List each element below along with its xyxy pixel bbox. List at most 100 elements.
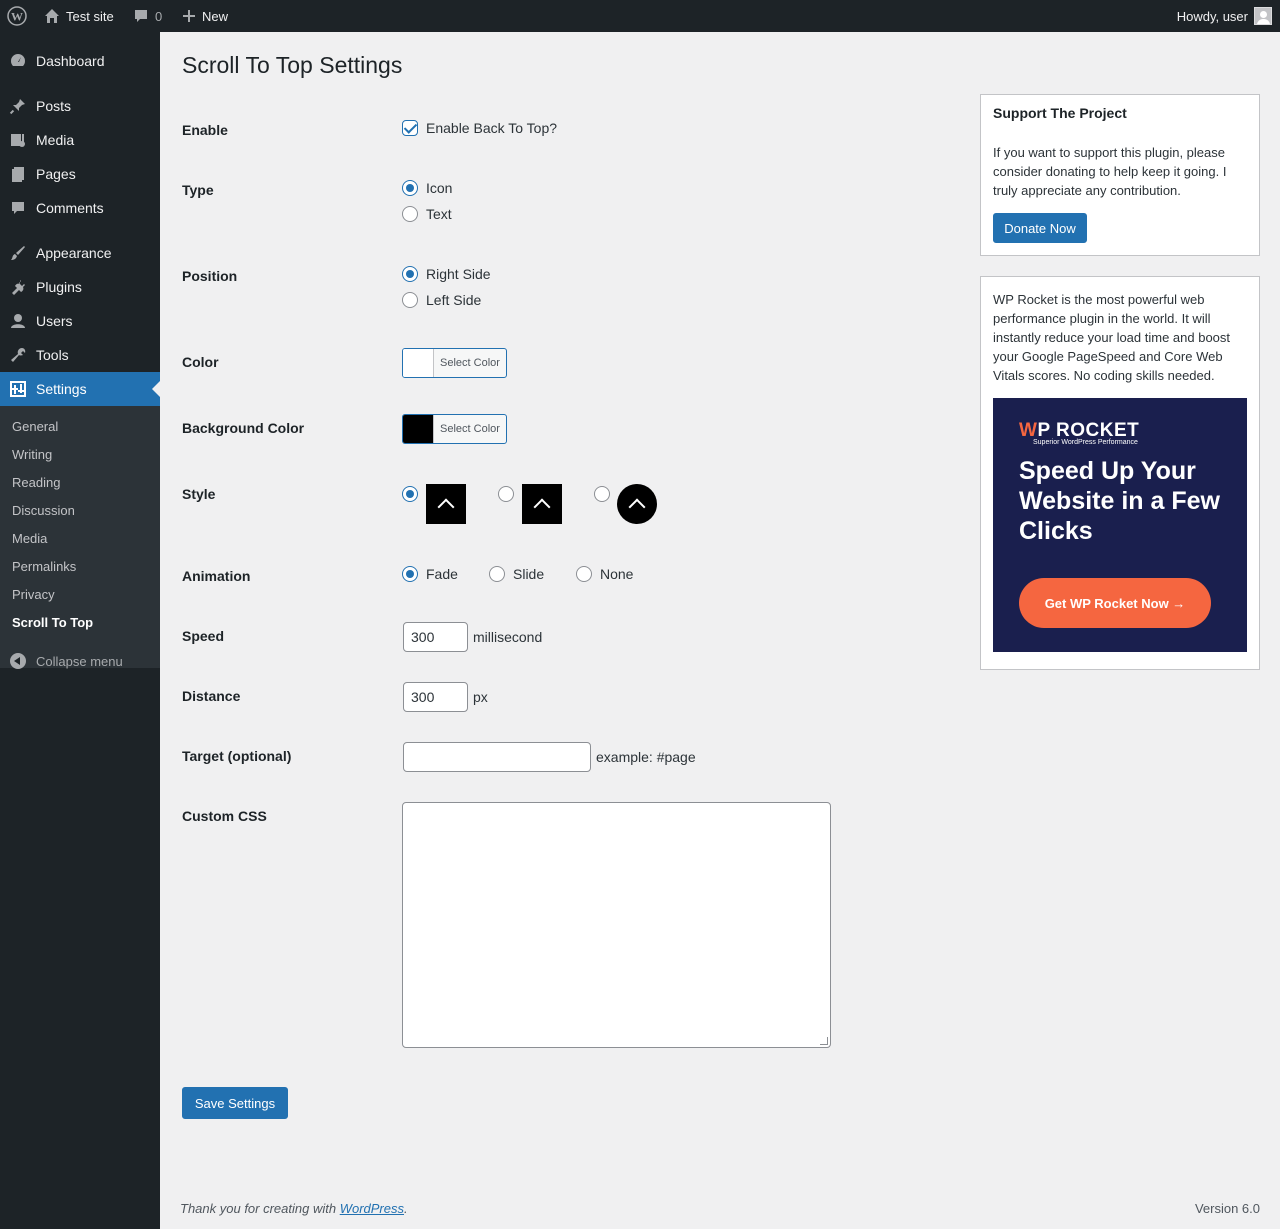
speed-unit: millisecond xyxy=(473,629,543,645)
animation-radio-none[interactable]: None xyxy=(576,566,633,582)
sidebar-item-users[interactable]: Users xyxy=(0,304,160,338)
promo-box-text: WP Rocket is the most powerful web perfo… xyxy=(993,292,1231,383)
target-label: Target (optional) xyxy=(182,748,292,764)
settings-icon xyxy=(0,380,36,398)
site-name-link[interactable]: Test site xyxy=(44,0,114,32)
wp-rocket-ad-banner[interactable]: WP ROCKET Superior WordPress Performance… xyxy=(993,398,1247,652)
sidebar-item-label: Plugins xyxy=(36,279,82,295)
animation-radio-slide[interactable]: Slide xyxy=(489,566,544,582)
footer-version: Version 6.0 xyxy=(1194,1201,1260,1216)
sidebar-item-label: Appearance xyxy=(36,245,112,261)
enable-checkbox-option[interactable]: Enable Back To Top? xyxy=(402,120,557,136)
position-label: Position xyxy=(182,268,238,284)
site-name: Test site xyxy=(66,8,114,24)
submenu-item-writing[interactable]: Writing xyxy=(12,447,52,462)
plus-icon xyxy=(183,10,195,22)
sidebar-item-label: Dashboard xyxy=(36,53,105,69)
wordpress-link[interactable]: WordPress xyxy=(340,1201,404,1216)
submenu-item-general[interactable]: General xyxy=(12,419,58,434)
submenu-item-permalinks[interactable]: Permalinks xyxy=(12,559,76,574)
comment-icon xyxy=(135,10,147,22)
submenu-item-media[interactable]: Media xyxy=(12,531,47,546)
radio-label: None xyxy=(600,566,634,582)
sidebar-item-label: Pages xyxy=(36,166,76,182)
brush-icon xyxy=(0,244,36,262)
sidebar-item-tools[interactable]: Tools xyxy=(0,338,160,372)
support-box: Support The Project If you want to suppo… xyxy=(980,94,1260,256)
type-radio-icon[interactable]: Icon xyxy=(402,180,452,196)
radio-button[interactable] xyxy=(402,180,418,196)
collapse-menu-button[interactable]: Collapse menu xyxy=(0,644,160,678)
custom-css-textarea[interactable] xyxy=(402,802,831,1048)
submenu-item-discussion[interactable]: Discussion xyxy=(12,503,75,518)
radio-button[interactable] xyxy=(402,292,418,308)
svg-text:W: W xyxy=(11,10,23,24)
comment-icon xyxy=(0,199,36,217)
color-label: Color xyxy=(182,354,219,370)
style-radio-square-alt[interactable] xyxy=(498,486,514,502)
pin-icon xyxy=(0,97,36,115)
sidebar-item-comments[interactable]: Comments xyxy=(0,191,160,225)
animation-radio-fade[interactable]: Fade xyxy=(402,566,458,582)
sidebar-item-dashboard[interactable]: Dashboard xyxy=(0,44,160,78)
type-radio-text[interactable]: Text xyxy=(402,206,452,222)
collapse-label: Collapse menu xyxy=(36,653,123,669)
sidebar-item-appearance[interactable]: Appearance xyxy=(0,236,160,270)
chevron-up-icon xyxy=(437,498,455,516)
wrench-icon xyxy=(0,346,36,364)
account-menu[interactable]: Howdy, user xyxy=(1177,0,1272,32)
submenu-item-reading[interactable]: Reading xyxy=(12,475,60,490)
settings-submenu: General Writing Reading Discussion Media… xyxy=(0,406,160,668)
sidebar-item-label: Tools xyxy=(36,347,69,363)
save-settings-button[interactable]: Save Settings xyxy=(182,1087,288,1119)
radio-button[interactable] xyxy=(576,566,592,582)
home-icon xyxy=(45,9,59,23)
speed-label: Speed xyxy=(182,628,225,644)
radio-label: Fade xyxy=(426,566,458,582)
comments-count: 0 xyxy=(155,8,163,24)
target-hint: example: #page xyxy=(596,749,696,765)
sidebar-item-label: Comments xyxy=(36,200,104,216)
radio-button[interactable] xyxy=(489,566,505,582)
radio-button[interactable] xyxy=(402,566,418,582)
sidebar-item-media[interactable]: Media xyxy=(0,123,160,157)
new-content-link[interactable]: New xyxy=(182,0,228,32)
sidebar-item-pages[interactable]: Pages xyxy=(0,157,160,191)
submenu-item-scroll-to-top[interactable]: Scroll To Top xyxy=(12,615,93,630)
distance-label: Distance xyxy=(182,688,241,704)
style-label: Style xyxy=(182,486,216,502)
speed-input[interactable]: 300 xyxy=(403,622,468,652)
sidebar-item-posts[interactable]: Posts xyxy=(0,89,160,123)
background-color-picker-button[interactable]: Select Color xyxy=(402,414,507,444)
media-icon xyxy=(0,131,36,149)
radio-label: Right Side xyxy=(426,266,491,282)
support-box-text: If you want to support this plugin, plea… xyxy=(993,145,1227,198)
footer-thanks: Thank you for creating with WordPress. xyxy=(180,1201,408,1216)
enable-label: Enable xyxy=(182,122,228,138)
distance-input[interactable]: 300 xyxy=(403,682,468,712)
position-radio-left[interactable]: Left Side xyxy=(402,292,481,308)
style-radio-square[interactable] xyxy=(402,486,418,502)
radio-button[interactable] xyxy=(402,266,418,282)
admin-sidebar: Dashboard Posts Media Pages Comments App… xyxy=(0,32,160,1229)
position-radio-right[interactable]: Right Side xyxy=(402,266,491,282)
sidebar-item-plugins[interactable]: Plugins xyxy=(0,270,160,304)
get-wp-rocket-button[interactable]: Get WP Rocket Now → xyxy=(1019,578,1211,628)
support-box-title: Support The Project xyxy=(993,105,1127,121)
radio-button[interactable] xyxy=(402,206,418,222)
comments-link[interactable]: 0 xyxy=(133,0,162,32)
style-preview-circle xyxy=(617,484,657,524)
submenu-item-privacy[interactable]: Privacy xyxy=(12,587,55,602)
wordpress-logo-icon[interactable]: W xyxy=(7,0,27,32)
resize-handle[interactable] xyxy=(820,1037,828,1045)
enable-checkbox[interactable] xyxy=(402,120,418,136)
chevron-up-icon xyxy=(628,498,646,516)
radio-label: Text xyxy=(426,206,452,222)
color-picker-button[interactable]: Select Color xyxy=(402,348,507,378)
target-input[interactable] xyxy=(403,742,591,772)
animation-label: Animation xyxy=(182,568,251,584)
color-picker-label: Select Color xyxy=(440,423,500,435)
donate-now-button[interactable]: Donate Now xyxy=(993,213,1087,243)
sidebar-item-settings[interactable]: Settings xyxy=(0,372,160,406)
style-radio-circle[interactable] xyxy=(594,486,610,502)
